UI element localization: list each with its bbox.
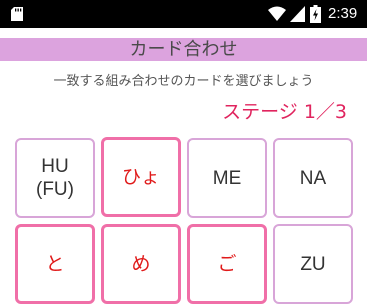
card-me-kana[interactable]: め bbox=[101, 224, 181, 304]
title-bar: カード合わせ bbox=[0, 38, 367, 61]
card-label: HU (FU) bbox=[36, 156, 74, 200]
sd-card-icon bbox=[11, 7, 23, 21]
card-na[interactable]: NA bbox=[273, 138, 353, 218]
card-label: ZU bbox=[300, 253, 326, 275]
card-hu[interactable]: HU (FU) bbox=[15, 138, 95, 218]
card-label: ご bbox=[217, 252, 237, 275]
spacer bbox=[0, 28, 367, 38]
wifi-icon bbox=[268, 6, 286, 21]
signal-icon bbox=[290, 6, 305, 22]
card-me[interactable]: ME bbox=[187, 138, 267, 218]
card-label: NA bbox=[299, 167, 327, 189]
card-hyo[interactable]: ひょ bbox=[101, 137, 181, 217]
stage-indicator: ステージ 1／3 bbox=[222, 101, 347, 123]
card-label: ひょ bbox=[121, 165, 160, 188]
card-to[interactable]: と bbox=[15, 224, 95, 304]
card-label: め bbox=[131, 252, 151, 275]
card-zu[interactable]: ZU bbox=[273, 224, 353, 304]
page-title: カード合わせ bbox=[129, 39, 238, 60]
instruction-text: 一致する組み合わせのカードを選びましょう bbox=[53, 74, 314, 89]
battery-charging-icon bbox=[310, 5, 321, 23]
card-label: ME bbox=[212, 167, 242, 189]
status-bar: 2:39 bbox=[0, 0, 367, 28]
card-go[interactable]: ご bbox=[187, 224, 267, 304]
status-time: 2:39 bbox=[328, 5, 358, 22]
card-label: と bbox=[45, 252, 65, 275]
